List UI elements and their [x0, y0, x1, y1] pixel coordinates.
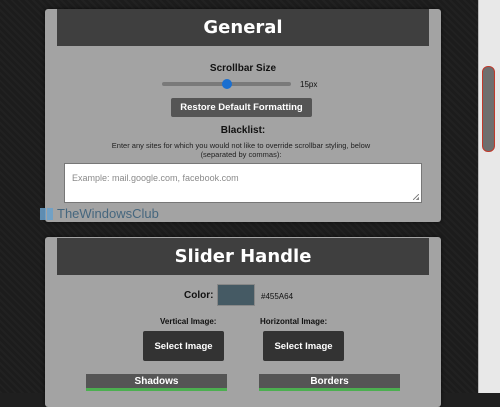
blacklist-label: Blacklist:: [220, 125, 266, 136]
slider-handle-panel-header: Slider Handle: [57, 238, 429, 275]
select-vertical-image-button[interactable]: Select Image: [143, 331, 224, 361]
general-panel: General Scrollbar Size 15px Restore Defa…: [45, 9, 441, 222]
shadows-section-header[interactable]: Shadows: [86, 374, 227, 391]
resize-grip-icon[interactable]: [413, 194, 419, 200]
blacklist-textarea[interactable]: Example: mail.google.com, facebook.com: [64, 163, 422, 203]
color-hex-value: #455A64: [261, 292, 294, 301]
horizontal-image-label: Horizontal Image:: [260, 317, 328, 326]
blacklist-description-line2: (separated by commas):: [200, 150, 282, 159]
select-horizontal-image-button[interactable]: Select Image: [263, 331, 344, 361]
slider-handle-title: Slider Handle: [174, 246, 312, 267]
slider-handle-panel: Slider Handle Color: #455A64 Vertical Im…: [45, 237, 441, 407]
blacklist-placeholder: Example: mail.google.com, facebook.com: [72, 173, 239, 183]
scrollbar-size-slider-thumb[interactable]: [221, 79, 232, 89]
scrollbar-size-value: 15px: [300, 80, 318, 89]
windows-logo-icon: [40, 207, 53, 220]
color-swatch-picker[interactable]: [217, 284, 255, 306]
watermark: TheWindowsClub: [40, 206, 159, 221]
blacklist-description-line1: Enter any sites for which you would not …: [111, 141, 371, 150]
color-label: Color:: [184, 290, 214, 301]
blacklist-description: Enter any sites for which you would not …: [91, 141, 391, 159]
general-panel-header: General: [57, 9, 429, 46]
vertical-image-label: Vertical Image:: [160, 317, 217, 326]
page-scrollbar[interactable]: [478, 0, 500, 393]
scrollbar-thumb[interactable]: [482, 66, 495, 152]
scrollbar-size-label: Scrollbar Size: [209, 63, 277, 74]
restore-default-formatting-button[interactable]: Restore Default Formatting: [171, 98, 312, 117]
general-title: General: [203, 17, 283, 38]
borders-section-header[interactable]: Borders: [259, 374, 400, 391]
watermark-text: TheWindowsClub: [57, 206, 159, 221]
